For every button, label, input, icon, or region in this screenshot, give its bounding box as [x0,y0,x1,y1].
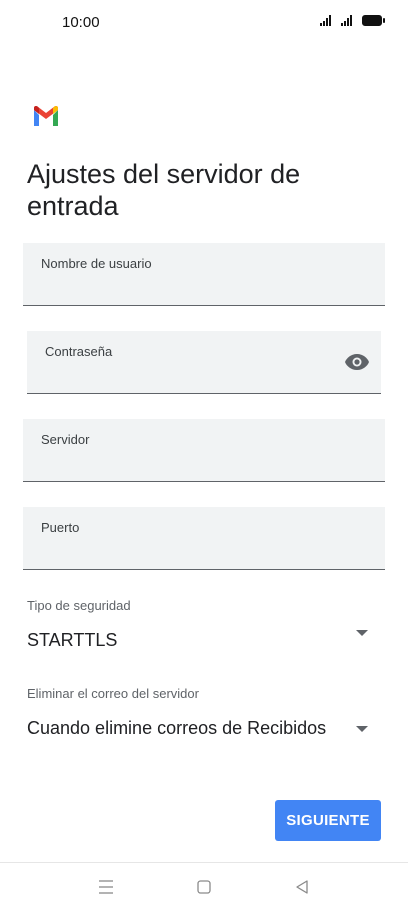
dropdown-arrow-icon [356,726,368,732]
port-input[interactable] [41,542,335,561]
battery-icon [362,14,385,26]
security-type-select[interactable]: Tipo de seguridad STARTTLS [0,592,408,662]
username-label: Nombre de usuario [41,256,152,271]
server-input[interactable] [41,454,335,473]
status-time: 10:00 [62,14,100,31]
security-type-value: STARTTLS [27,630,118,650]
delete-mail-select[interactable]: Eliminar el correo del servidor Cuando e… [0,680,408,750]
username-field[interactable]: Nombre de usuario [23,243,385,306]
menu-icon[interactable] [96,879,116,895]
eye-icon[interactable] [345,353,369,371]
server-field[interactable]: Servidor [23,419,385,482]
password-label: Contraseña [45,344,113,359]
status-bar: 10:00 [0,0,408,44]
gmail-logo [34,106,58,126]
delete-mail-value: Cuando elimine correos de Recibidos [27,718,327,738]
navigation-bar [0,862,408,912]
back-icon[interactable] [292,879,312,895]
status-icons [320,14,385,26]
next-button[interactable]: SIGUIENTE [275,800,381,841]
password-input[interactable] [45,366,331,385]
port-label: Puerto [41,520,80,535]
password-field[interactable]: Contraseña [27,331,381,394]
dropdown-arrow-icon [356,630,368,636]
server-label: Servidor [41,432,90,447]
username-input[interactable] [41,278,335,297]
delete-mail-label: Eliminar el correo del servidor [27,686,199,701]
signal-icon [320,14,331,26]
security-type-label: Tipo de seguridad [27,598,131,613]
signal-icon [341,14,352,26]
home-icon[interactable] [194,879,214,895]
page-title: Ajustes del servidor de entrada [27,159,301,221]
port-field[interactable]: Puerto [23,507,385,570]
